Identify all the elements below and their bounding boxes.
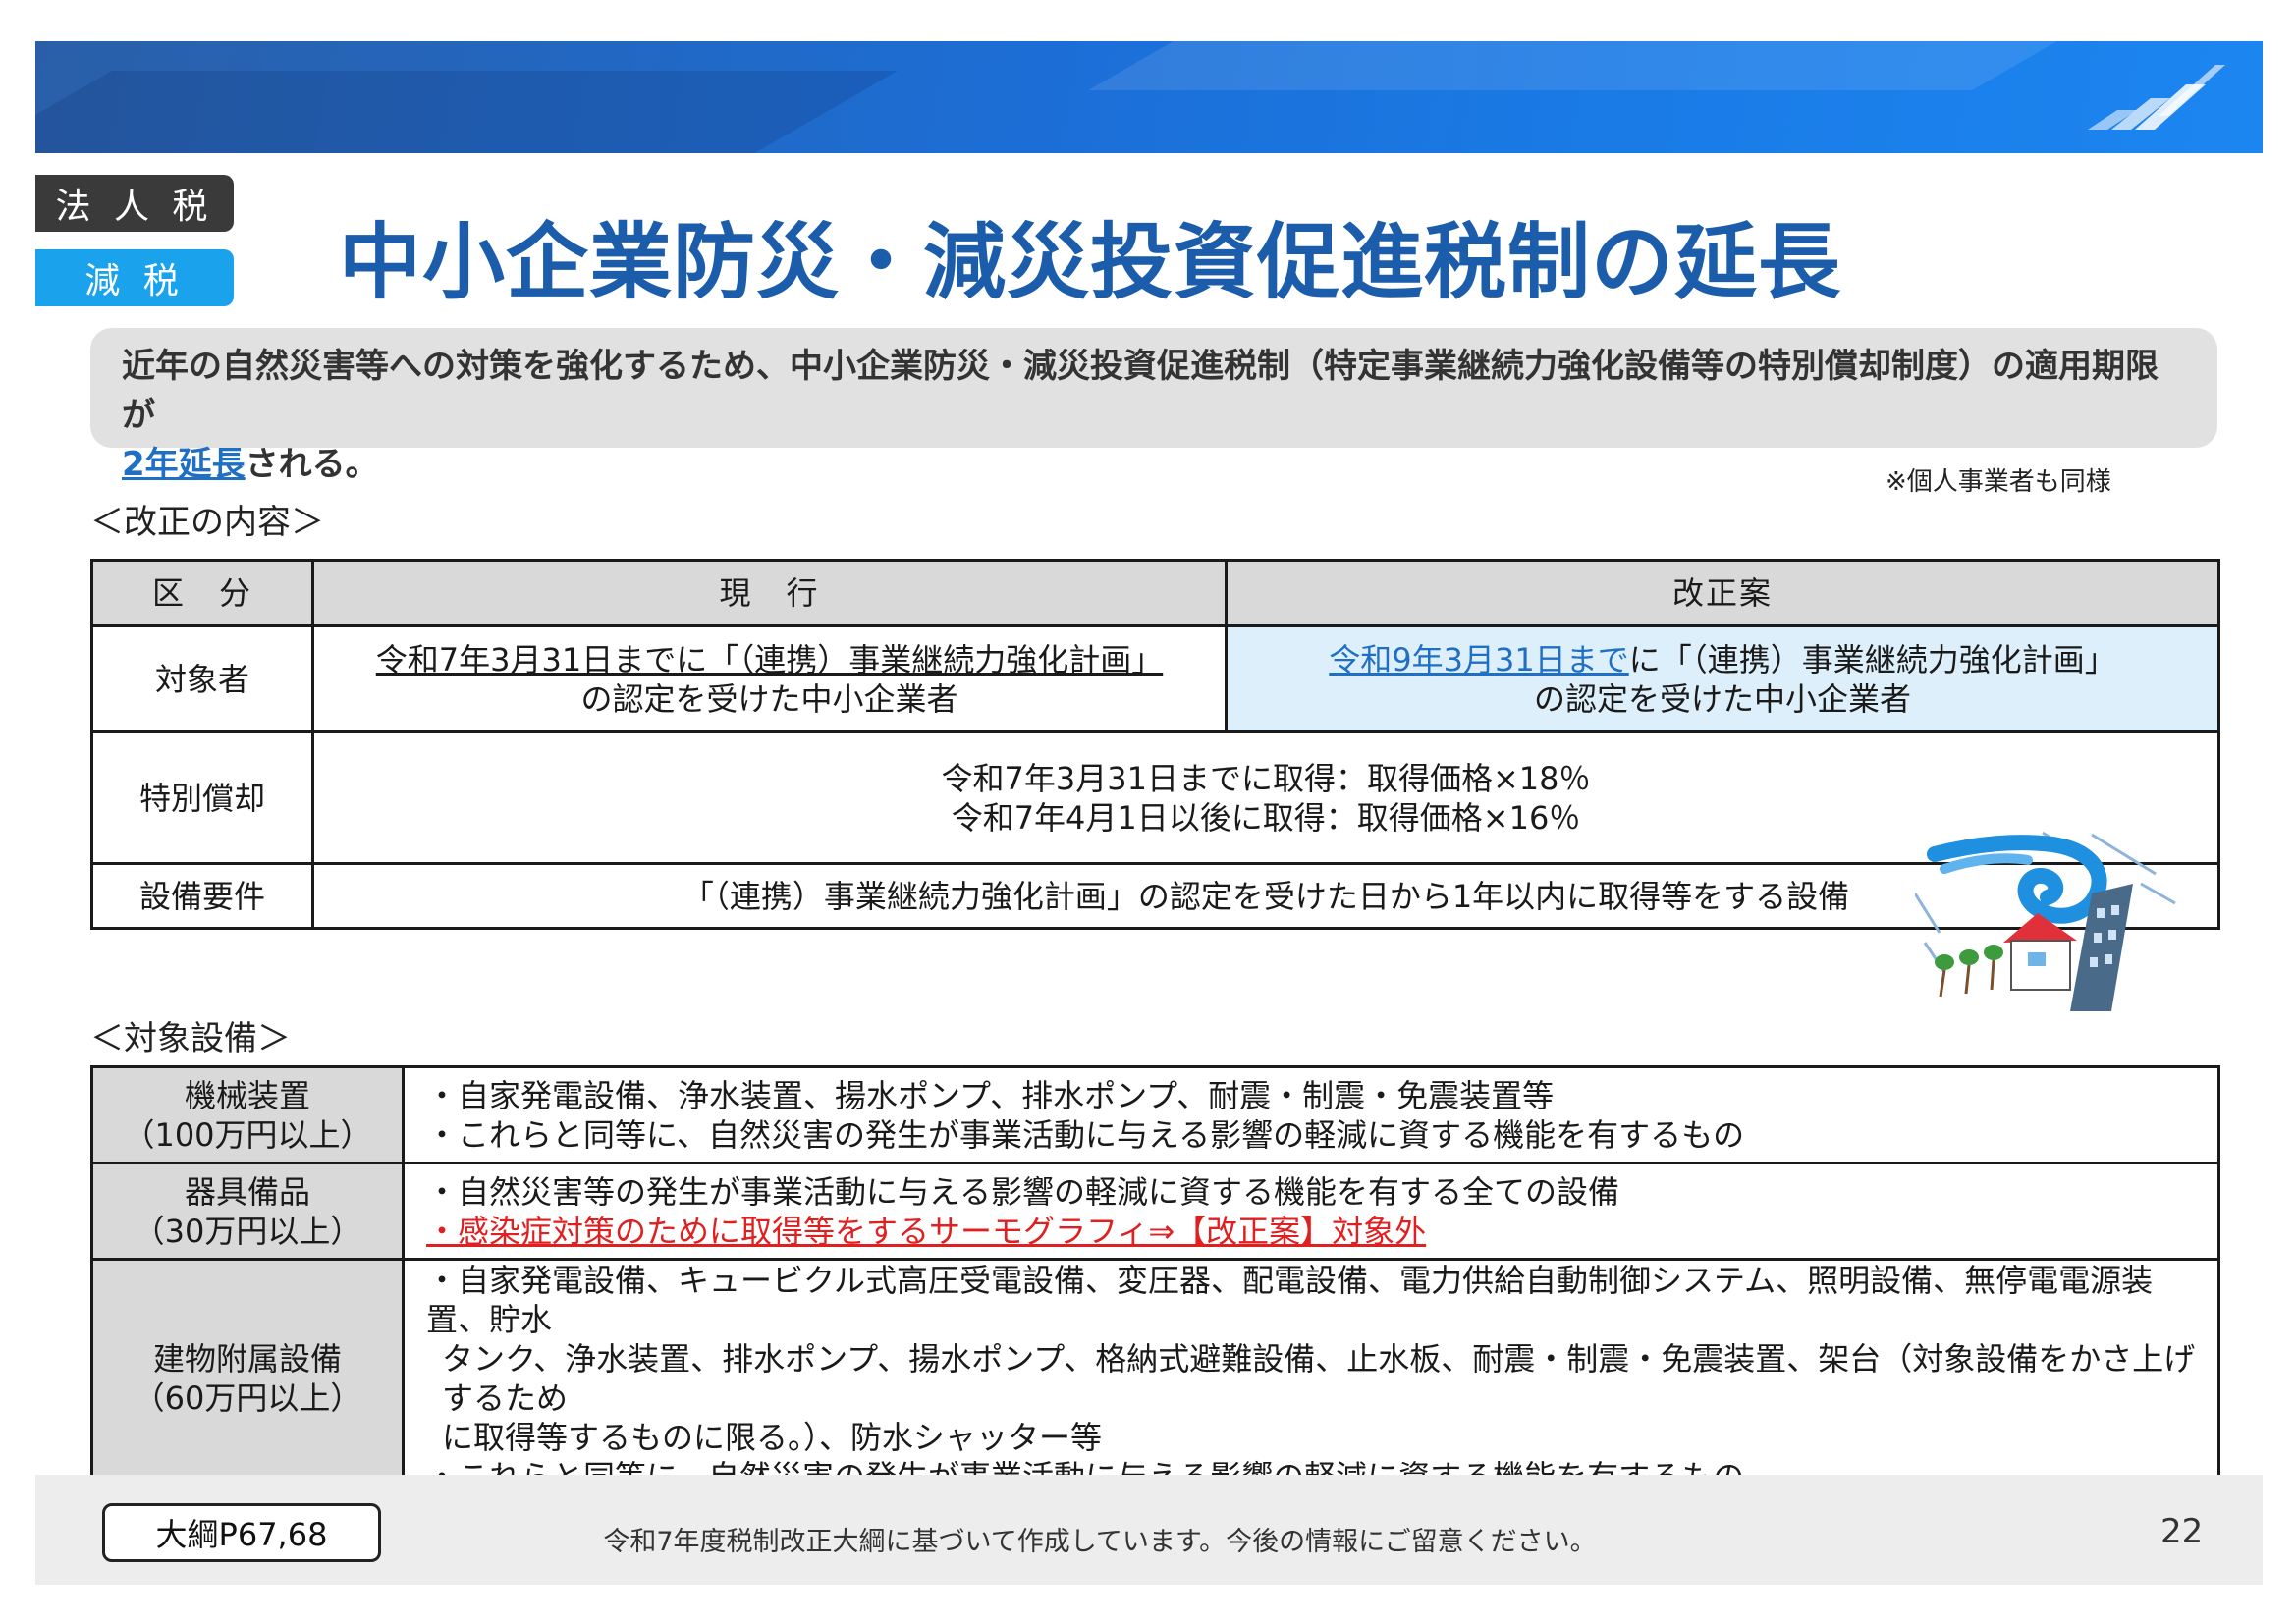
reform-table-header-row: 区 分 現 行 改正案 bbox=[90, 559, 2220, 627]
label-target: 対象者 bbox=[90, 624, 314, 733]
target-proposal-line1: に「（連携）事業継続力強化計画」 bbox=[1628, 640, 2116, 678]
reference-box: 大綱P67,68 bbox=[102, 1503, 381, 1562]
section-title-equipment: ＜対象設備＞ bbox=[90, 1019, 291, 1058]
equipment-category: 器具備品 （30万円以上） bbox=[90, 1162, 405, 1261]
category-name: 建物附属設備 bbox=[152, 1340, 342, 1378]
label-depreciation: 特別償却 bbox=[90, 730, 314, 865]
summary-text-end: される。 bbox=[245, 445, 379, 484]
target-current-line2: の認定を受けた中小企業者 bbox=[580, 679, 958, 718]
target-proposal: 令和9年3月31日までに「（連携）事業継続力強化計画」 の認定を受けた中小企業者 bbox=[1225, 624, 2220, 733]
category-threshold: （60万円以上） bbox=[133, 1380, 362, 1417]
equipment-description: ・自家発電設備、浄水装置、揚水ポンプ、排水ポンプ、耐震・制震・免震装置等 ・これ… bbox=[402, 1065, 2220, 1164]
category-name: 機械装置 bbox=[184, 1076, 310, 1114]
reform-table: 区 分 現 行 改正案 対象者 令和7年3月31日までに「（連携）事業継続力強化… bbox=[90, 559, 2220, 930]
summary-highlight: 2年延長 bbox=[122, 445, 246, 484]
row-equipment-req: 設備要件 「（連携）事業継続力強化計画」の認定を受けた日から1年以内に取得等をす… bbox=[90, 862, 2220, 930]
depreciation-line1: 令和7年3月31日までに取得：取得価格×18％ bbox=[941, 759, 1591, 797]
summary-text: 近年の自然災害等への対策を強化するため、中小企業防災・減災投資促進税制（特定事業… bbox=[122, 347, 2159, 435]
section-title-reform: ＜改正の内容＞ bbox=[90, 503, 324, 542]
category-name: 器具備品 bbox=[184, 1172, 310, 1211]
description-line-warning: ・感染症対策のために取得等をするサーモグラフィ⇒【改正案】対象外 bbox=[426, 1212, 1427, 1250]
typhoon-house-illustration bbox=[1915, 831, 2176, 1011]
label-equipment-req: 設備要件 bbox=[90, 862, 314, 930]
description-line: に取得等するものに限る。）、防水シャッター等 bbox=[442, 1419, 1103, 1456]
row-target: 対象者 令和7年3月31日までに「（連携）事業継続力強化計画」 の認定を受けた中… bbox=[90, 624, 2220, 733]
target-proposal-highlight: 令和9年3月31日まで bbox=[1329, 640, 1629, 678]
equipment-category: 機械装置 （100万円以上） bbox=[90, 1065, 405, 1164]
description-line: ・自家発電設備、キュービクル式高圧受電設備、変圧器、配電設備、電力供給自動制御シ… bbox=[426, 1262, 2154, 1338]
footer-note: 令和7年度税制改正大綱に基づいて作成しています。今後の情報にご留意ください。 bbox=[603, 1527, 1597, 1557]
category-threshold: （30万円以上） bbox=[133, 1212, 362, 1250]
target-current: 令和7年3月31日までに「（連携）事業継続力強化計画」 の認定を受けた中小企業者 bbox=[311, 624, 1228, 733]
table-row: 器具備品 （30万円以上） ・自然災害等の発生が事業活動に与える影響の軽減に資す… bbox=[90, 1162, 2220, 1261]
header-current: 現 行 bbox=[311, 559, 1228, 627]
target-proposal-line2: の認定を受けた中小企業者 bbox=[1533, 679, 1911, 718]
equipment-category: 建物附属設備 （60万円以上） bbox=[90, 1258, 405, 1499]
header-proposal: 改正案 bbox=[1225, 559, 2220, 627]
tax-type-tag: 減 税 bbox=[35, 249, 234, 306]
header-category: 区 分 bbox=[90, 559, 314, 627]
description-line: ・自家発電設備、浄水装置、揚水ポンプ、排水ポンプ、耐震・制震・免震装置等 bbox=[426, 1076, 1555, 1114]
depreciation-line2: 令和7年4月1日以後に取得：取得価格×16％ bbox=[951, 798, 1581, 837]
stripes-logo-icon bbox=[2088, 65, 2225, 130]
equipment-table: 機械装置 （100万円以上） ・自家発電設備、浄水装置、揚水ポンプ、排水ポンプ、… bbox=[90, 1065, 2220, 1499]
header-band bbox=[35, 41, 2263, 153]
summary-box: 近年の自然災害等への対策を強化するため、中小企業防災・減災投資促進税制（特定事業… bbox=[90, 328, 2217, 484]
table-row: 機械装置 （100万円以上） ・自家発電設備、浄水装置、揚水ポンプ、排水ポンプ、… bbox=[90, 1065, 2220, 1164]
description-line: ・これらと同等に、自然災害の発生が事業活動に与える影響の軽減に資する機能を有する… bbox=[426, 1115, 1745, 1154]
target-current-line1: 令和7年3月31日までに「（連携）事業継続力強化計画」 bbox=[375, 640, 1164, 678]
page-number: 22 bbox=[2160, 1512, 2204, 1551]
description-line: ・自然災害等の発生が事業活動に与える影響の軽減に資する機能を有する全ての設備 bbox=[426, 1172, 1620, 1211]
row-depreciation: 特別償却 令和7年3月31日までに取得：取得価格×18％ 令和7年4月1日以後に… bbox=[90, 730, 2220, 865]
tax-category-tag: 法 人 税 bbox=[35, 175, 234, 232]
table-row: 建物附属設備 （60万円以上） ・自家発電設備、キュービクル式高圧受電設備、変圧… bbox=[90, 1258, 2220, 1499]
sole-proprietor-note: ※個人事業者も同様 bbox=[1886, 467, 2111, 497]
description-line: タンク、浄水装置、排水ポンプ、揚水ポンプ、格納式避難設備、止水板、耐震・制震・免… bbox=[442, 1340, 2196, 1417]
category-threshold: （100万円以上） bbox=[123, 1115, 372, 1154]
equipment-description: ・自然災害等の発生が事業活動に与える影響の軽減に資する機能を有する全ての設備 ・… bbox=[402, 1162, 2220, 1261]
equipment-description: ・自家発電設備、キュービクル式高圧受電設備、変圧器、配電設備、電力供給自動制御シ… bbox=[402, 1258, 2220, 1499]
page-title: 中小企業防災・減災投資促進税制の延長 bbox=[338, 214, 1841, 310]
